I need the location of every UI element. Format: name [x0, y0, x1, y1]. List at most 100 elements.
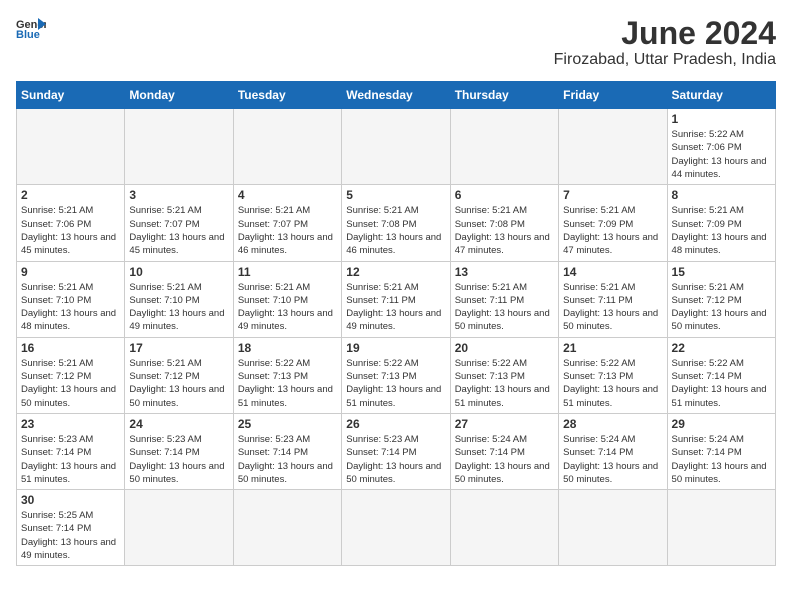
day-info: Sunrise: 5:22 AM Sunset: 7:13 PM Dayligh… — [455, 357, 554, 410]
day-info: Sunrise: 5:21 AM Sunset: 7:08 PM Dayligh… — [346, 204, 445, 257]
calendar-row-2: 9 Sunrise: 5:21 AM Sunset: 7:10 PM Daylig… — [17, 261, 776, 337]
day-info: Sunrise: 5:21 AM Sunset: 7:10 PM Dayligh… — [129, 281, 228, 334]
day-number: 15 — [672, 265, 771, 279]
logo-icon: General Blue — [16, 16, 46, 38]
day-info: Sunrise: 5:23 AM Sunset: 7:14 PM Dayligh… — [21, 433, 120, 486]
calendar-cell — [342, 109, 450, 185]
calendar-cell: 23 Sunrise: 5:23 AM Sunset: 7:14 PM Dayli… — [17, 413, 125, 489]
weekday-header-row: Sunday Monday Tuesday Wednesday Thursday… — [17, 82, 776, 109]
calendar-cell: 7 Sunrise: 5:21 AM Sunset: 7:09 PM Daylig… — [559, 185, 667, 261]
calendar-cell: 16 Sunrise: 5:21 AM Sunset: 7:12 PM Dayli… — [17, 337, 125, 413]
day-number: 7 — [563, 188, 662, 202]
calendar-cell — [233, 109, 341, 185]
calendar-cell: 14 Sunrise: 5:21 AM Sunset: 7:11 PM Dayli… — [559, 261, 667, 337]
day-number: 10 — [129, 265, 228, 279]
day-info: Sunrise: 5:21 AM Sunset: 7:11 PM Dayligh… — [563, 281, 662, 334]
calendar-row-4: 23 Sunrise: 5:23 AM Sunset: 7:14 PM Dayli… — [17, 413, 776, 489]
day-info: Sunrise: 5:24 AM Sunset: 7:14 PM Dayligh… — [563, 433, 662, 486]
logo: General Blue — [16, 16, 46, 38]
day-info: Sunrise: 5:21 AM Sunset: 7:12 PM Dayligh… — [672, 281, 771, 334]
day-number: 13 — [455, 265, 554, 279]
day-number: 17 — [129, 341, 228, 355]
calendar-cell: 8Sunrise: 5:21 AM Sunset: 7:09 PM Daylig… — [667, 185, 775, 261]
calendar-cell — [450, 109, 558, 185]
calendar-cell: 3Sunrise: 5:21 AM Sunset: 7:07 PM Daylig… — [125, 185, 233, 261]
month-title: June 2024 — [554, 16, 776, 51]
day-number: 16 — [21, 341, 120, 355]
day-number: 25 — [238, 417, 337, 431]
calendar-row-5: 30 Sunrise: 5:25 AM Sunset: 7:14 PM Dayli… — [17, 490, 776, 566]
day-number: 21 — [563, 341, 662, 355]
calendar-cell: 28 Sunrise: 5:24 AM Sunset: 7:14 PM Dayli… — [559, 413, 667, 489]
day-number: 30 — [21, 493, 120, 507]
calendar-cell — [233, 490, 341, 566]
calendar-cell — [450, 490, 558, 566]
day-number: 9 — [21, 265, 120, 279]
day-info: Sunrise: 5:23 AM Sunset: 7:14 PM Dayligh… — [346, 433, 445, 486]
day-number: 6 — [455, 188, 554, 202]
day-number: 12 — [346, 265, 445, 279]
calendar-cell: 22Sunrise: 5:22 AM Sunset: 7:14 PM Dayli… — [667, 337, 775, 413]
calendar-cell: 25 Sunrise: 5:23 AM Sunset: 7:14 PM Dayli… — [233, 413, 341, 489]
calendar-cell: 5 Sunrise: 5:21 AM Sunset: 7:08 PM Daylig… — [342, 185, 450, 261]
calendar-cell: 29Sunrise: 5:24 AM Sunset: 7:14 PM Dayli… — [667, 413, 775, 489]
location-title: Firozabad, Uttar Pradesh, India — [554, 51, 776, 69]
header-monday: Monday — [125, 82, 233, 109]
day-number: 27 — [455, 417, 554, 431]
day-info: Sunrise: 5:23 AM Sunset: 7:14 PM Dayligh… — [238, 433, 337, 486]
calendar-cell: 15 Sunrise: 5:21 AM Sunset: 7:12 PM Dayli… — [667, 261, 775, 337]
calendar-cell — [559, 109, 667, 185]
header-friday: Friday — [559, 82, 667, 109]
calendar-cell: 12 Sunrise: 5:21 AM Sunset: 7:11 PM Dayli… — [342, 261, 450, 337]
calendar-cell — [559, 490, 667, 566]
calendar-cell: 9 Sunrise: 5:21 AM Sunset: 7:10 PM Daylig… — [17, 261, 125, 337]
calendar: Sunday Monday Tuesday Wednesday Thursday… — [16, 81, 776, 566]
calendar-cell: 6Sunrise: 5:21 AM Sunset: 7:08 PM Daylig… — [450, 185, 558, 261]
calendar-cell: 24Sunrise: 5:23 AM Sunset: 7:14 PM Dayli… — [125, 413, 233, 489]
day-info: Sunrise: 5:21 AM Sunset: 7:11 PM Dayligh… — [346, 281, 445, 334]
day-info: Sunrise: 5:22 AM Sunset: 7:13 PM Dayligh… — [346, 357, 445, 410]
day-info: Sunrise: 5:22 AM Sunset: 7:13 PM Dayligh… — [238, 357, 337, 410]
header: General Blue June 2024 Firozabad, Uttar … — [16, 16, 776, 69]
day-info: Sunrise: 5:24 AM Sunset: 7:14 PM Dayligh… — [455, 433, 554, 486]
day-info: Sunrise: 5:21 AM Sunset: 7:07 PM Dayligh… — [238, 204, 337, 257]
header-tuesday: Tuesday — [233, 82, 341, 109]
header-wednesday: Wednesday — [342, 82, 450, 109]
day-number: 5 — [346, 188, 445, 202]
calendar-cell: 4Sunrise: 5:21 AM Sunset: 7:07 PM Daylig… — [233, 185, 341, 261]
day-info: Sunrise: 5:21 AM Sunset: 7:09 PM Dayligh… — [563, 204, 662, 257]
day-number: 14 — [563, 265, 662, 279]
day-number: 22 — [672, 341, 771, 355]
day-info: Sunrise: 5:24 AM Sunset: 7:14 PM Dayligh… — [672, 433, 771, 486]
title-area: June 2024 Firozabad, Uttar Pradesh, Indi… — [554, 16, 776, 69]
calendar-row-1: 2Sunrise: 5:21 AM Sunset: 7:06 PM Daylig… — [17, 185, 776, 261]
calendar-cell: 18 Sunrise: 5:22 AM Sunset: 7:13 PM Dayli… — [233, 337, 341, 413]
calendar-cell: 27 Sunrise: 5:24 AM Sunset: 7:14 PM Dayli… — [450, 413, 558, 489]
calendar-cell: 30 Sunrise: 5:25 AM Sunset: 7:14 PM Dayli… — [17, 490, 125, 566]
calendar-cell — [125, 490, 233, 566]
day-info: Sunrise: 5:21 AM Sunset: 7:12 PM Dayligh… — [21, 357, 120, 410]
svg-text:Blue: Blue — [16, 29, 40, 38]
calendar-cell: 17 Sunrise: 5:21 AM Sunset: 7:12 PM Dayli… — [125, 337, 233, 413]
day-number: 18 — [238, 341, 337, 355]
calendar-cell: 26Sunrise: 5:23 AM Sunset: 7:14 PM Dayli… — [342, 413, 450, 489]
calendar-cell: 2Sunrise: 5:21 AM Sunset: 7:06 PM Daylig… — [17, 185, 125, 261]
day-info: Sunrise: 5:21 AM Sunset: 7:12 PM Dayligh… — [129, 357, 228, 410]
day-info: Sunrise: 5:22 AM Sunset: 7:06 PM Dayligh… — [672, 128, 771, 181]
header-saturday: Saturday — [667, 82, 775, 109]
calendar-cell — [17, 109, 125, 185]
header-sunday: Sunday — [17, 82, 125, 109]
day-number: 8 — [672, 188, 771, 202]
day-info: Sunrise: 5:21 AM Sunset: 7:11 PM Dayligh… — [455, 281, 554, 334]
day-info: Sunrise: 5:21 AM Sunset: 7:10 PM Dayligh… — [21, 281, 120, 334]
day-number: 23 — [21, 417, 120, 431]
calendar-cell — [342, 490, 450, 566]
day-number: 28 — [563, 417, 662, 431]
day-number: 20 — [455, 341, 554, 355]
calendar-cell: 11Sunrise: 5:21 AM Sunset: 7:10 PM Dayli… — [233, 261, 341, 337]
calendar-cell: 21 Sunrise: 5:22 AM Sunset: 7:13 PM Dayli… — [559, 337, 667, 413]
day-info: Sunrise: 5:22 AM Sunset: 7:13 PM Dayligh… — [563, 357, 662, 410]
day-info: Sunrise: 5:25 AM Sunset: 7:14 PM Dayligh… — [21, 509, 120, 562]
day-number: 11 — [238, 265, 337, 279]
day-number: 1 — [672, 112, 771, 126]
